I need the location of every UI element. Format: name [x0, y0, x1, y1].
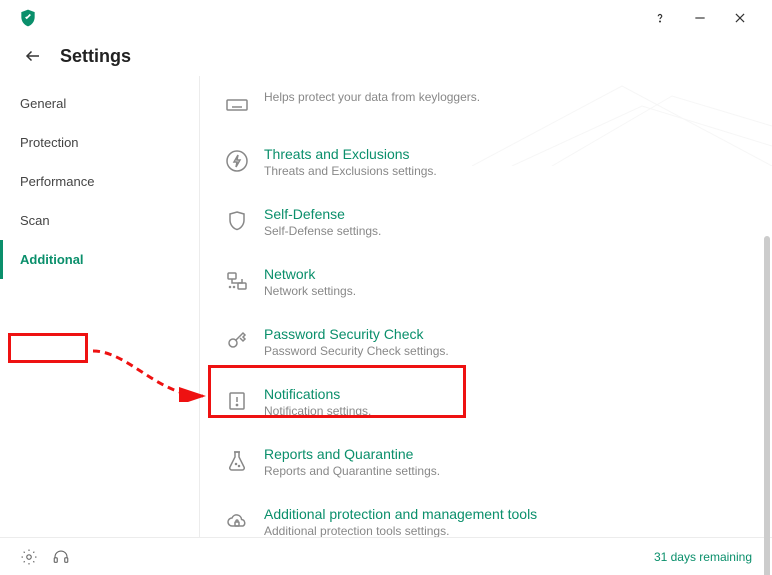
setting-row-threats[interactable]: Threats and Exclusions Threats and Exclu… [216, 132, 752, 192]
setting-subtitle: Additional protection tools settings. [264, 524, 537, 537]
setting-row-network[interactable]: Network Network settings. [216, 252, 752, 312]
key-icon [224, 328, 250, 354]
flask-icon [224, 448, 250, 474]
help-icon[interactable] [652, 10, 668, 26]
setting-subtitle: Threats and Exclusions settings. [264, 164, 437, 178]
app-logo-icon [18, 8, 38, 28]
network-icon [224, 268, 250, 294]
titlebar [0, 0, 772, 36]
sidebar-item-label: Protection [20, 135, 79, 150]
sidebar-item-general[interactable]: General [0, 84, 199, 123]
keyboard-icon [224, 92, 250, 118]
setting-title[interactable]: Password Security Check [264, 326, 449, 342]
main-panel: Helps protect your data from keyloggers.… [200, 76, 772, 537]
sidebar-item-label: Additional [20, 252, 84, 267]
setting-subtitle: Password Security Check settings. [264, 344, 449, 358]
setting-title[interactable]: Network [264, 266, 356, 282]
setting-row-additional-tools[interactable]: Additional protection and management too… [216, 492, 752, 537]
header: Settings [0, 36, 772, 76]
headset-icon[interactable] [52, 548, 70, 566]
setting-row-reports[interactable]: Reports and Quarantine Reports and Quara… [216, 432, 752, 492]
setting-title[interactable]: Additional protection and management too… [264, 506, 537, 522]
setting-subtitle: Reports and Quarantine settings. [264, 464, 440, 478]
sidebar-item-label: Performance [20, 174, 94, 189]
sidebar-item-performance[interactable]: Performance [0, 162, 199, 201]
setting-row-password-check[interactable]: Password Security Check Password Securit… [216, 312, 752, 372]
footer: 31 days remaining [0, 537, 772, 575]
setting-subtitle: Notification settings. [264, 404, 371, 418]
license-status: 31 days remaining [654, 550, 752, 564]
sidebar-item-label: Scan [20, 213, 50, 228]
minimize-icon[interactable] [692, 10, 708, 26]
sidebar: General Protection Performance Scan Addi… [0, 76, 200, 537]
page-title: Settings [60, 46, 131, 67]
notification-icon [224, 388, 250, 414]
scrollbar[interactable] [764, 236, 770, 575]
setting-row-keyloggers[interactable]: Helps protect your data from keyloggers. [216, 76, 752, 132]
setting-row-self-defense[interactable]: Self-Defense Self-Defense settings. [216, 192, 752, 252]
sidebar-item-scan[interactable]: Scan [0, 201, 199, 240]
setting-subtitle: Network settings. [264, 284, 356, 298]
close-icon[interactable] [732, 10, 748, 26]
gear-icon[interactable] [20, 548, 38, 566]
setting-subtitle: Helps protect your data from keyloggers. [264, 90, 480, 104]
setting-row-notifications[interactable]: Notifications Notification settings. [216, 372, 752, 432]
lightning-icon [224, 148, 250, 174]
setting-title[interactable]: Notifications [264, 386, 371, 402]
setting-subtitle: Self-Defense settings. [264, 224, 381, 238]
setting-title[interactable]: Threats and Exclusions [264, 146, 437, 162]
sidebar-item-additional[interactable]: Additional [0, 240, 199, 279]
cloud-lock-icon [224, 508, 250, 534]
setting-title[interactable]: Reports and Quarantine [264, 446, 440, 462]
sidebar-item-protection[interactable]: Protection [0, 123, 199, 162]
sidebar-item-label: General [20, 96, 66, 111]
shield-outline-icon [224, 208, 250, 234]
setting-title[interactable]: Self-Defense [264, 206, 381, 222]
back-icon[interactable] [24, 47, 42, 65]
